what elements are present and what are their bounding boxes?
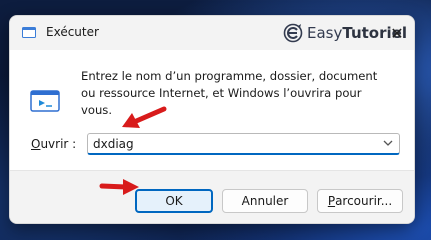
browse-button[interactable]: Parcourir...: [317, 189, 403, 213]
open-label: Ouvrir :: [31, 137, 76, 151]
chevron-down-icon[interactable]: [381, 136, 395, 150]
easytutoriel-logo-icon: [283, 23, 303, 43]
dialog-body: Entrez le nom d’un programme, dossier, d…: [10, 50, 414, 170]
instruction-text: Entrez le nom d’un programme, dossier, d…: [81, 69, 378, 117]
run-program-icon: [30, 90, 60, 112]
run-dialog: Exécuter EasyTutoriel ✕ Entrez le nom d’…: [9, 15, 415, 224]
close-button[interactable]: ✕: [380, 16, 414, 50]
cancel-button[interactable]: Annuler: [222, 189, 308, 213]
open-combobox[interactable]: [87, 133, 400, 155]
brand-prefix: Easy: [307, 24, 343, 42]
open-input[interactable]: [93, 135, 373, 153]
open-label-rest: uvrir :: [40, 137, 77, 151]
title-bar: Exécuter EasyTutoriel ✕: [10, 16, 414, 50]
close-icon: ✕: [390, 23, 404, 43]
browse-accesskey: P: [327, 194, 336, 208]
browse-label-rest: arcourir...: [335, 194, 393, 208]
button-bar: OK Annuler Parcourir...: [10, 170, 414, 223]
run-dialog-icon: [22, 27, 36, 38]
ok-button[interactable]: OK: [135, 189, 213, 213]
dialog-title: Exécuter: [46, 25, 99, 39]
